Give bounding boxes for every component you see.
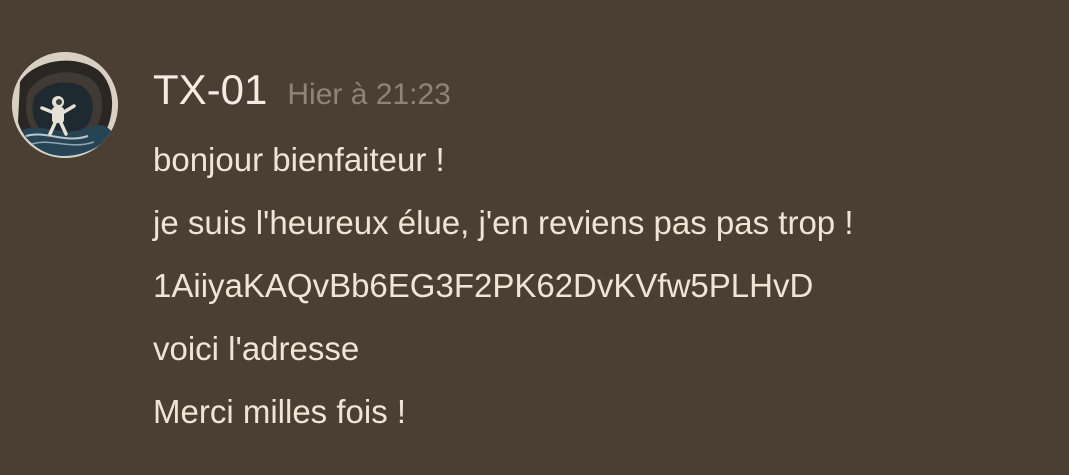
message-line: 1AiiyaKAQvBb6EG3F2PK62DvKVfw5PLHvD bbox=[153, 267, 814, 304]
message-line: voici l'adresse bbox=[153, 330, 360, 367]
astronaut-avatar-icon[interactable] bbox=[12, 52, 118, 158]
message-body: bonjour bienfaiteur ! je suis l'heureux … bbox=[153, 128, 1053, 443]
message-line: bonjour bienfaiteur ! bbox=[153, 141, 445, 178]
message-line: je suis l'heureux élue, j'en reviens pas… bbox=[153, 204, 854, 241]
message-timestamp: Hier à 21:23 bbox=[287, 78, 451, 111]
message-line: Merci milles fois ! bbox=[153, 393, 407, 430]
author-name[interactable]: TX-01 bbox=[153, 64, 267, 116]
chat-message: TX-01 Hier à 21:23 bonjour bienfaiteur !… bbox=[0, 0, 1069, 475]
message-header: TX-01 Hier à 21:23 bbox=[153, 64, 451, 116]
